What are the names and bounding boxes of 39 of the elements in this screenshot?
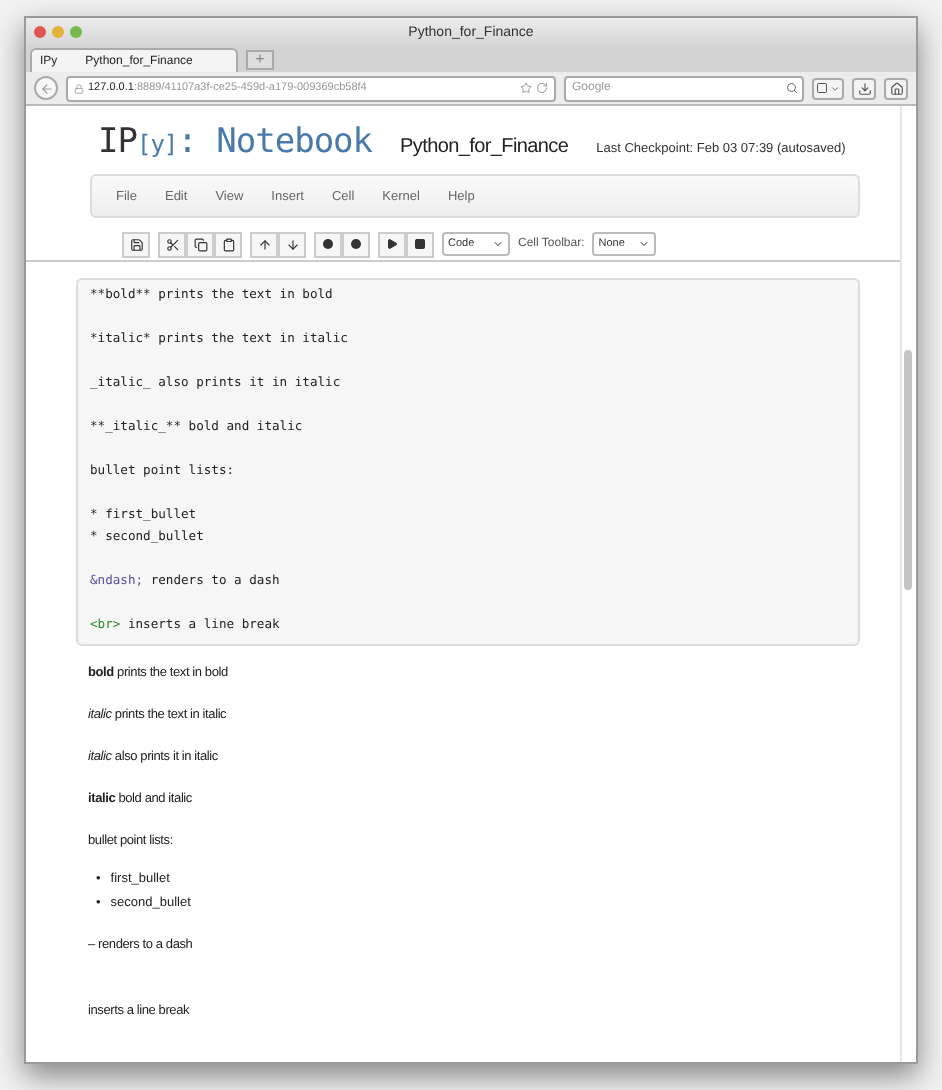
cut-icon <box>165 237 179 251</box>
square-icon <box>816 82 828 94</box>
circle-icon <box>350 238 362 250</box>
notebook-logo: IP[y]: Notebook <box>98 122 373 162</box>
home-icon <box>889 81 903 95</box>
paste-button[interactable] <box>214 231 242 257</box>
circle-icon <box>322 238 334 250</box>
notebook-name[interactable]: Python_for_Finance <box>400 136 569 158</box>
scrollbar-thumb[interactable] <box>904 350 912 590</box>
lock-icon <box>74 83 84 93</box>
move-up-button[interactable] <box>250 231 278 257</box>
download-icon <box>857 81 871 95</box>
play-icon <box>386 238 398 250</box>
home-button[interactable] <box>884 77 908 99</box>
download-button[interactable] <box>852 77 876 99</box>
search-icon <box>786 81 798 93</box>
arrow-down-icon <box>285 237 299 251</box>
back-arrow-icon <box>39 81 53 95</box>
save-button[interactable] <box>122 231 150 257</box>
save-icon <box>129 237 143 251</box>
copy-icon <box>193 237 207 251</box>
stop-button[interactable] <box>406 231 434 257</box>
move-down-button[interactable] <box>278 231 306 257</box>
markdown-source-cell[interactable] <box>76 278 860 646</box>
paste-icon <box>221 237 235 251</box>
run-button[interactable] <box>378 231 406 257</box>
bookmarks-button[interactable] <box>812 77 844 99</box>
copy-button[interactable] <box>186 231 214 257</box>
insert-below-button[interactable] <box>342 231 370 257</box>
insert-above-button[interactable] <box>314 231 342 257</box>
reload-icon[interactable] <box>536 82 548 94</box>
stop-icon <box>414 238 426 250</box>
cut-button[interactable] <box>158 231 186 257</box>
close-button[interactable] <box>34 26 46 38</box>
star-icon[interactable] <box>520 82 532 94</box>
caret-icon <box>830 83 840 93</box>
caret-icon <box>638 238 651 250</box>
arrow-up-icon <box>257 237 271 251</box>
caret-icon <box>492 238 504 250</box>
